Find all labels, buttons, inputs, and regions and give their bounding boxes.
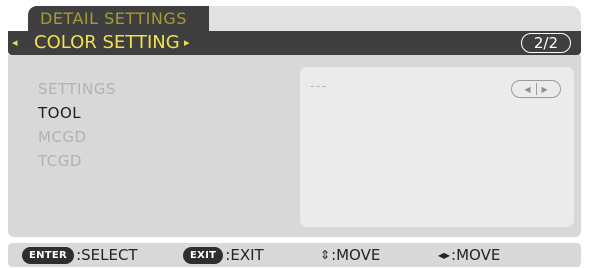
left-right-arrows-icon: ◂▸ [438, 248, 451, 262]
right-arrow-icon: ▶ [541, 84, 548, 94]
enter-hint: ENTER :SELECT [22, 245, 138, 265]
submenu-header: ◂ COLOR SETTING ▸ 2/2 [8, 31, 581, 55]
menu-item-settings: SETTINGS [38, 80, 116, 98]
content-panel: SETTINGS TOOL MCGD TCGD --- ◀ ▶ [8, 55, 581, 237]
menu-item-tool[interactable]: TOOL [38, 101, 116, 125]
tab-label: DETAIL SETTINGS [40, 9, 187, 28]
menu-items: SETTINGS TOOL MCGD TCGD [38, 77, 116, 173]
exit-action-label: :EXIT [225, 246, 264, 264]
value-panel: --- ◀ ▶ [300, 67, 574, 227]
left-arrow-icon: ◀ [524, 84, 531, 94]
move-leftright-label: :MOVE [451, 246, 501, 264]
detail-settings-menu: DETAIL SETTINGS ◂ COLOR SETTING ▸ 2/2 SE… [8, 2, 581, 268]
settings-value: --- [310, 79, 328, 94]
menu-item-tcgd: TCGD [38, 152, 82, 170]
exit-key-icon: EXIT [183, 246, 224, 264]
footer-help-bar: ENTER :SELECT EXIT :EXIT ⇕ :MOVE ◂▸ :MOV… [8, 243, 581, 267]
arrow-left-icon[interactable]: ◂ [12, 36, 18, 49]
move-updown-label: :MOVE [331, 246, 381, 264]
selector-divider [535, 83, 537, 95]
tab-strip [209, 6, 581, 31]
up-down-arrows-icon: ⇕ [320, 248, 331, 262]
exit-hint: EXIT :EXIT [183, 245, 264, 265]
move-leftright-hint: ◂▸ :MOVE [438, 245, 500, 265]
page-indicator: 2/2 [520, 33, 571, 53]
left-right-selector: ◀ ▶ [511, 80, 561, 98]
enter-action-label: :SELECT [76, 246, 138, 264]
menu-item-mcgd: MCGD [38, 128, 87, 146]
arrow-right-icon[interactable]: ▸ [184, 36, 190, 49]
enter-key-icon: ENTER [22, 246, 75, 264]
move-updown-hint: ⇕ :MOVE [320, 245, 380, 265]
submenu-title: COLOR SETTING [34, 32, 180, 53]
tab-detail-settings[interactable]: DETAIL SETTINGS [28, 6, 221, 31]
